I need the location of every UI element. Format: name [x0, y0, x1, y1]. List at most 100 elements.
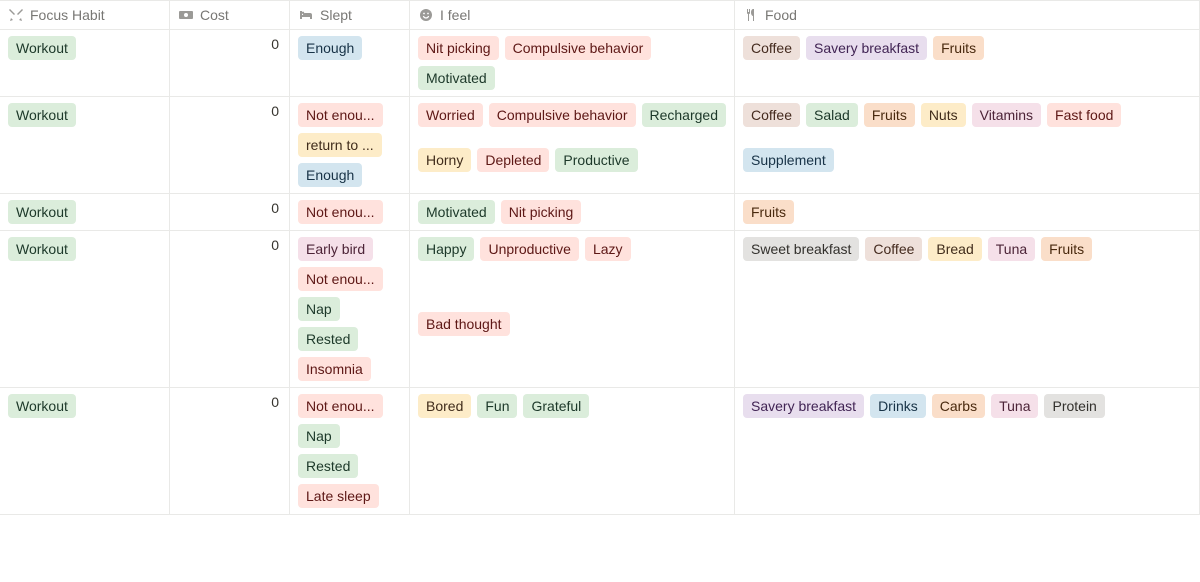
cell-focus[interactable]: Workout	[0, 194, 170, 230]
tag[interactable]: Not enou...	[298, 200, 383, 224]
tag[interactable]: Worried	[418, 103, 483, 127]
tag[interactable]: Savery breakfast	[743, 394, 864, 418]
tag[interactable]: Tuna	[991, 394, 1038, 418]
tag[interactable]: Workout	[8, 103, 76, 127]
tag[interactable]: return to ...	[298, 133, 382, 157]
table-body: Workout0EnoughNit pickingCompulsive beha…	[0, 30, 1200, 515]
cell-feel[interactable]: MotivatedNit picking	[410, 194, 735, 230]
tag[interactable]: Nit picking	[501, 200, 582, 224]
tag[interactable]: Compulsive behavior	[489, 103, 636, 127]
column-header-feel[interactable]: I feel	[410, 1, 735, 29]
tag[interactable]: Protein	[1044, 394, 1104, 418]
tag[interactable]: Rested	[298, 454, 358, 478]
column-header-focus[interactable]: Focus Habit	[0, 1, 170, 29]
cell-feel[interactable]: WorriedCompulsive behaviorRecharged Horny…	[410, 97, 735, 193]
tag[interactable]: Salad	[806, 103, 858, 127]
tag[interactable]: Compulsive behavior	[505, 36, 652, 60]
cell-cost[interactable]: 0	[170, 97, 290, 193]
tag[interactable]: Insomnia	[298, 357, 371, 381]
tag[interactable]: Bread	[928, 237, 981, 261]
tag[interactable]: Fruits	[933, 36, 984, 60]
swords-icon	[8, 7, 24, 23]
tag[interactable]: Not enou...	[298, 394, 383, 418]
table-row[interactable]: Workout 0 Enough Nit pickingCompulsive beha…	[0, 30, 1200, 97]
tag[interactable]: Late sleep	[298, 484, 379, 508]
tag[interactable]: Unproductive	[480, 237, 579, 261]
tag[interactable]: Drinks	[870, 394, 926, 418]
tag[interactable]: Happy	[418, 237, 474, 261]
tag[interactable]: Fruits	[864, 103, 915, 127]
tag[interactable]: Workout	[8, 36, 76, 60]
cell-focus[interactable]: Workout	[0, 231, 170, 387]
cell-cost[interactable]: 0	[170, 231, 290, 387]
tag[interactable]: Workout	[8, 237, 76, 261]
column-header-cost[interactable]: Cost	[170, 1, 290, 29]
cell-slept[interactable]: Not enou...	[290, 194, 410, 230]
cell-feel[interactable]: HappyUnproductiveLazy Bad thought	[410, 231, 735, 387]
tag[interactable]: Fruits	[1041, 237, 1092, 261]
table-row[interactable]: Workout 0 Not enou... Nap Rested Late sleep Bo…	[0, 388, 1200, 515]
tag[interactable]: Rested	[298, 327, 358, 351]
tag[interactable]: Fruits	[743, 200, 794, 224]
tag[interactable]: Recharged	[642, 103, 727, 127]
tag[interactable]: Coffee	[743, 103, 800, 127]
column-header-label: Cost	[200, 7, 229, 23]
tag[interactable]: Enough	[298, 163, 362, 187]
column-header-food[interactable]: Food	[735, 1, 1200, 29]
tag[interactable]: Tuna	[988, 237, 1035, 261]
table-row[interactable]: Workout 0 Early bird Not enou... Nap Rested In…	[0, 231, 1200, 388]
cell-food[interactable]: CoffeeSaladFruitsNutsVitaminsFast food Su…	[735, 97, 1200, 193]
cell-focus[interactable]: Workout	[0, 97, 170, 193]
tag[interactable]: Lazy	[585, 237, 631, 261]
cell-slept[interactable]: Not enou... return to ... Enough	[290, 97, 410, 193]
cost-value: 0	[271, 394, 279, 410]
cell-cost[interactable]: 0	[170, 30, 290, 96]
cell-feel[interactable]: BoredFunGrateful	[410, 388, 735, 514]
cell-focus[interactable]: Workout	[0, 30, 170, 96]
bed-icon	[298, 7, 314, 23]
tag[interactable]: Nit picking	[418, 36, 499, 60]
cell-cost[interactable]: 0	[170, 194, 290, 230]
cell-food[interactable]: Savery breakfastDrinksCarbsTunaProtein	[735, 388, 1200, 514]
column-header-slept[interactable]: Slept	[290, 1, 410, 29]
tag[interactable]: Carbs	[932, 394, 985, 418]
tag[interactable]: Sweet breakfast	[743, 237, 859, 261]
tag[interactable]: Bored	[418, 394, 471, 418]
tag[interactable]: Grateful	[523, 394, 589, 418]
cell-slept[interactable]: Early bird Not enou... Nap Rested Insomnia	[290, 231, 410, 387]
tag[interactable]: Not enou...	[298, 103, 383, 127]
tag[interactable]: Nuts	[921, 103, 966, 127]
cell-food[interactable]: Fruits	[735, 194, 1200, 230]
tag[interactable]: Vitamins	[972, 103, 1041, 127]
tag[interactable]: Bad thought	[418, 312, 510, 336]
cell-slept[interactable]: Enough	[290, 30, 410, 96]
tag[interactable]: Coffee	[743, 36, 800, 60]
tag[interactable]: Not enou...	[298, 267, 383, 291]
cell-focus[interactable]: Workout	[0, 388, 170, 514]
tag[interactable]: Motivated	[418, 66, 495, 90]
tag[interactable]: Workout	[8, 200, 76, 224]
tag[interactable]: Fun	[477, 394, 517, 418]
tag[interactable]: Enough	[298, 36, 362, 60]
cell-slept[interactable]: Not enou... Nap Rested Late sleep	[290, 388, 410, 514]
cost-value: 0	[271, 103, 279, 119]
tag[interactable]: Coffee	[865, 237, 922, 261]
tag[interactable]: Savery breakfast	[806, 36, 927, 60]
smile-icon	[418, 7, 434, 23]
tag[interactable]: Early bird	[298, 237, 373, 261]
tag[interactable]: Workout	[8, 394, 76, 418]
cell-feel[interactable]: Nit pickingCompulsive behavior Motivated	[410, 30, 735, 96]
tag[interactable]: Nap	[298, 297, 340, 321]
tag[interactable]: Motivated	[418, 200, 495, 224]
table-row[interactable]: Workout 0 Not enou... return to ... Enough Wo…	[0, 97, 1200, 194]
tag[interactable]: Supplement	[743, 148, 834, 172]
cell-cost[interactable]: 0	[170, 388, 290, 514]
tag[interactable]: Productive	[555, 148, 637, 172]
tag[interactable]: Fast food	[1047, 103, 1121, 127]
tag[interactable]: Horny	[418, 148, 471, 172]
tag[interactable]: Depleted	[477, 148, 549, 172]
cell-food[interactable]: Sweet breakfastCoffeeBread TunaFruits	[735, 231, 1200, 387]
tag[interactable]: Nap	[298, 424, 340, 448]
table-row[interactable]: Workout 0 Not enou... MotivatedNit picking F…	[0, 194, 1200, 231]
cell-food[interactable]: CoffeeSavery breakfastFruits	[735, 30, 1200, 96]
